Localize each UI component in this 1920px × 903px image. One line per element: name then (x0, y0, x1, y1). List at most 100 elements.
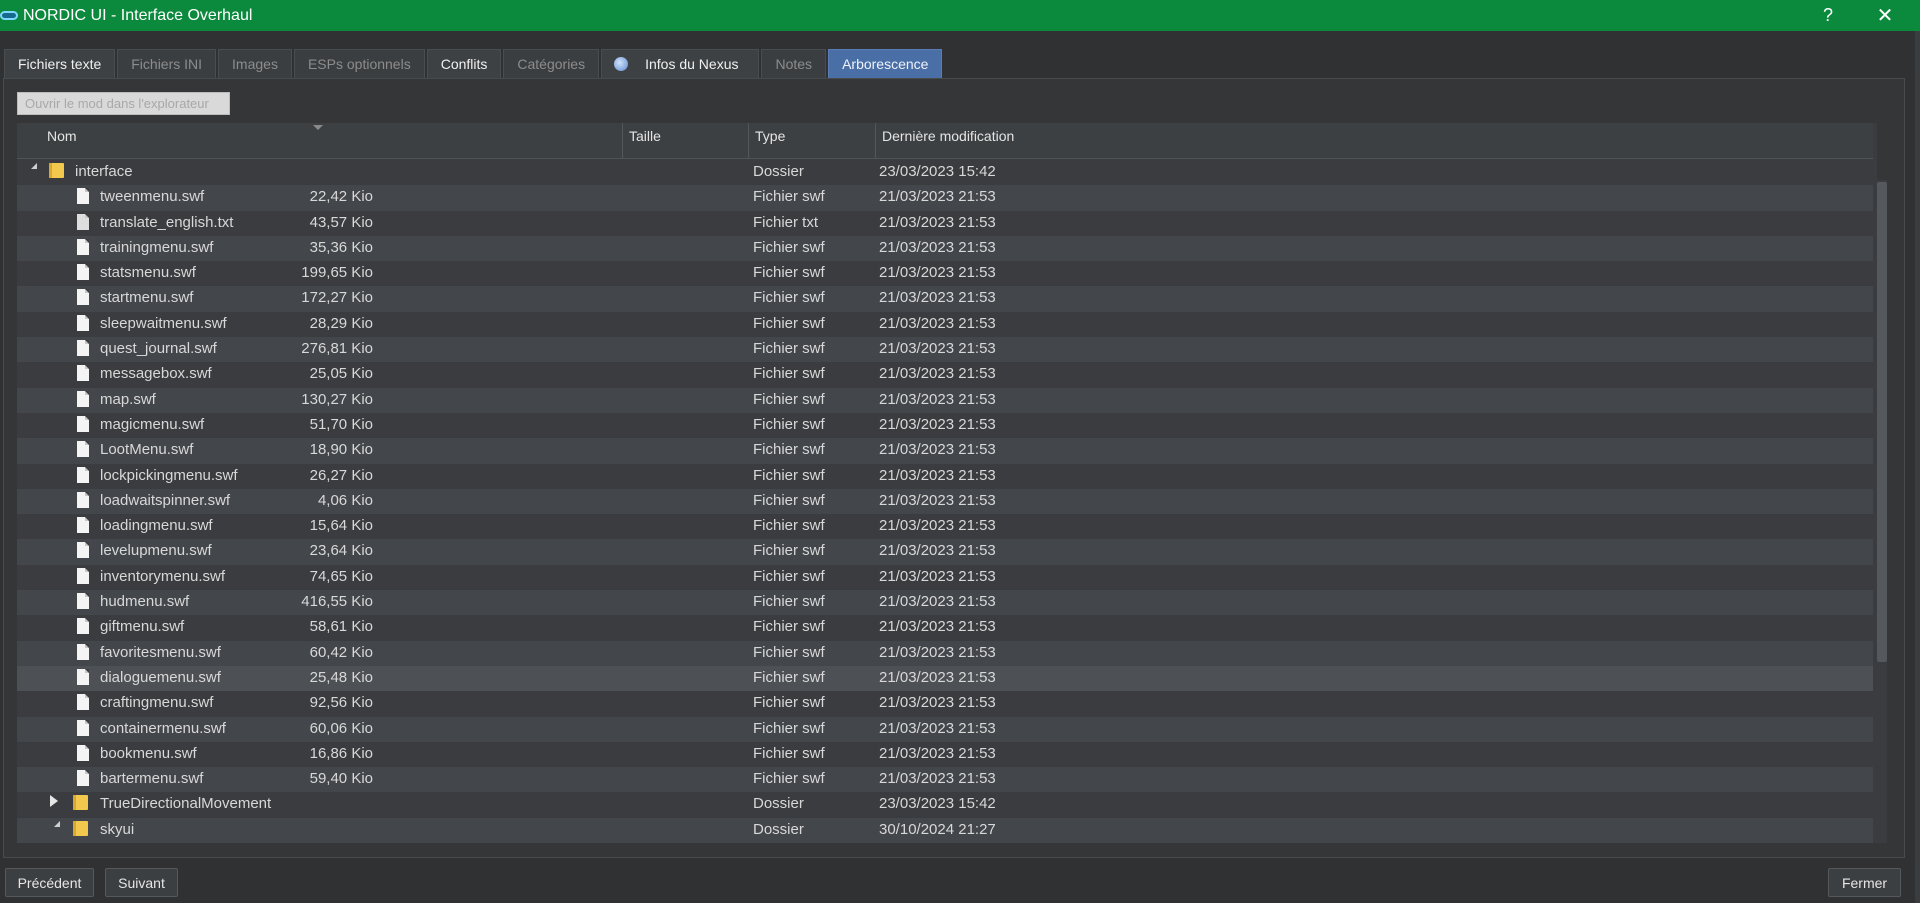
tree-row[interactable]: bookmenu.swf 16,86 Kio Fichier swf 21/03/20… (17, 742, 1873, 767)
next-button[interactable]: Suivant (105, 868, 178, 897)
item-size: 59,40 Kio (309, 770, 373, 788)
tab-conflicts[interactable]: Conflits (426, 49, 502, 78)
item-type: Fichier swf (753, 719, 825, 737)
file-icon (77, 694, 89, 711)
tree-row[interactable]: favoritesmenu.swf 60,42 Kio Fichier swf 21/… (17, 640, 1873, 666)
tree-row[interactable]: interface Dossier 23/03/2023 15:42 (17, 160, 1873, 185)
item-type: Fichier swf (753, 517, 825, 535)
item-size: 60,42 Kio (309, 643, 373, 661)
tree-row[interactable]: translate_english.txt 43,57 Kio Fichier tx… (17, 211, 1873, 236)
tree-row[interactable]: bartermenu.swf 59,40 Kio Fichier swf 21/03/… (17, 767, 1873, 793)
tab-ini-files[interactable]: Fichiers INI (117, 49, 217, 78)
tree-row[interactable]: statsmenu.swf 199,65 Kio Fichier swf 21/03/… (17, 261, 1873, 286)
tree-row[interactable]: giftmenu.swf 58,61 Kio Fichier swf 21/03/20… (17, 615, 1873, 640)
item-type: Fichier swf (753, 542, 825, 560)
item-name: containermenu.swf (100, 719, 226, 737)
item-size: 16,86 Kio (309, 744, 373, 762)
item-type: Fichier swf (753, 694, 825, 712)
tab-bar: Fichiers texte Fichiers INI Images ESPs … (4, 49, 944, 79)
item-name: quest_journal.swf (100, 340, 217, 358)
file-icon (77, 314, 89, 331)
tree-row[interactable]: quest_journal.swf 276,81 Kio Fichier swf 21… (17, 337, 1873, 363)
tab-images[interactable]: Images (218, 49, 292, 78)
collapse-arrow-icon[interactable] (48, 820, 60, 827)
tree-row[interactable]: containermenu.swf 60,06 Kio Fichier swf 21/… (17, 716, 1873, 742)
item-size: 28,29 Kio (309, 314, 373, 332)
tab-text-files[interactable]: Fichiers texte (4, 49, 116, 78)
item-date: 21/03/2023 21:53 (879, 517, 996, 535)
window-close-button[interactable]: ✕ (1862, 0, 1908, 31)
open-in-explorer-button[interactable]: Ouvrir le mod dans l'explorateur (17, 92, 230, 115)
tree-row[interactable]: craftingmenu.swf 92,56 Kio Fichier swf 21/0… (17, 691, 1873, 716)
tab-categories[interactable]: Catégories (503, 49, 600, 78)
tree-row[interactable]: LootMenu.swf 18,90 Kio Fichier swf 21/03/20… (17, 438, 1873, 464)
tab-label: Images (232, 56, 278, 72)
item-date: 21/03/2023 21:53 (879, 770, 996, 788)
item-name: levelupmenu.swf (100, 542, 212, 560)
item-name: trainingmenu.swf (100, 238, 214, 256)
tab-label: Arborescence (842, 56, 929, 72)
collapse-arrow-icon[interactable] (25, 163, 37, 169)
tab-label: Notes (775, 56, 813, 72)
item-date: 23/03/2023 15:42 (879, 163, 996, 180)
item-date: 21/03/2023 21:53 (879, 593, 996, 611)
file-icon (77, 188, 89, 205)
tree-row[interactable]: trainingmenu.swf 35,36 Kio Fichier swf 21/0… (17, 235, 1873, 262)
tab-filetree[interactable]: Arborescence (828, 49, 943, 78)
item-size: 23,64 Kio (309, 542, 373, 560)
tree-row[interactable]: startmenu.swf 172,27 Kio Fichier swf 21/03/… (17, 286, 1873, 312)
close-button[interactable]: Fermer (1828, 868, 1901, 897)
scrollbar-thumb[interactable] (1877, 182, 1887, 662)
column-header-name[interactable]: Nom (17, 123, 623, 158)
column-header-modified[interactable]: Dernière modification (876, 123, 1873, 158)
tree-row[interactable]: loadingmenu.swf 15,64 Kio Fichier swf 21/03… (17, 514, 1873, 539)
tree-row[interactable]: skyui Dossier 30/10/2024 21:27 (17, 817, 1873, 843)
tree-row[interactable]: TrueDirectionalMovement Dossier 23/03/20… (17, 792, 1873, 817)
file-icon (77, 491, 89, 508)
file-icon (77, 542, 89, 559)
item-size: 15,64 Kio (309, 517, 373, 535)
tree-row[interactable]: dialoguemenu.swf 25,48 Kio Fichier swf 21/0… (17, 665, 1873, 692)
tree-row[interactable]: loadwaitspinner.swf 4,06 Kio Fichier swf 21… (17, 488, 1873, 515)
tree-row[interactable]: messagebox.swf 25,05 Kio Fichier swf 21/03/… (17, 362, 1873, 387)
item-name: bartermenu.swf (100, 770, 204, 788)
tree-row[interactable]: magicmenu.swf 51,70 Kio Fichier swf 21/03/2… (17, 413, 1873, 438)
help-button[interactable]: ? (1805, 0, 1851, 31)
item-size: 25,48 Kio (309, 668, 373, 686)
item-name: skyui (100, 820, 135, 838)
tree-row[interactable]: tweenmenu.swf 22,42 Kio Fichier swf 21/03/2… (17, 185, 1873, 211)
file-icon (77, 618, 89, 635)
column-label: Dernière modification (882, 128, 1015, 144)
item-size: 35,36 Kio (309, 238, 373, 256)
item-date: 21/03/2023 21:53 (879, 188, 996, 206)
tree-row[interactable]: levelupmenu.swf 23,64 Kio Fichier swf 21/03… (17, 539, 1873, 565)
tree-row[interactable]: sleepwaitmenu.swf 28,29 Kio Fichier swf 21/… (17, 312, 1873, 337)
tree-row[interactable]: lockpickingmenu.swf 26,27 Kio Fichier swf 2… (17, 464, 1873, 489)
column-header-size[interactable]: Taille (623, 123, 749, 158)
item-date: 21/03/2023 21:53 (879, 390, 996, 408)
item-date: 21/03/2023 21:53 (879, 213, 996, 231)
tab-label: Infos du Nexus (645, 56, 739, 72)
item-size: 276,81 Kio (301, 340, 373, 358)
item-date: 21/03/2023 21:53 (879, 264, 996, 282)
tree-row[interactable]: hudmenu.swf 416,55 Kio Fichier swf 21/03/20… (17, 590, 1873, 616)
tree-row[interactable]: inventorymenu.swf 74,65 Kio Fichier swf 21/… (17, 565, 1873, 590)
sort-indicator-icon (313, 125, 323, 130)
tab-optional-esps[interactable]: ESPs optionnels (293, 49, 425, 78)
tab-nexus-info[interactable]: Infos du Nexus (601, 49, 760, 78)
column-header-type[interactable]: Type (749, 123, 876, 158)
tab-notes[interactable]: Notes (761, 49, 827, 78)
file-icon (77, 415, 89, 432)
expand-arrow-icon[interactable] (50, 795, 58, 808)
tree-row[interactable]: map.swf 130,27 Kio Fichier swf 21/03/2023 2… (17, 387, 1873, 413)
file-icon (77, 593, 89, 610)
item-size: 25,05 Kio (309, 365, 373, 383)
previous-button[interactable]: Précédent (5, 868, 94, 897)
file-icon (77, 719, 89, 736)
item-date: 21/03/2023 21:53 (879, 289, 996, 307)
window-title: NORDIC UI - Interface Overhaul (23, 6, 253, 24)
item-type: Dossier (753, 163, 804, 180)
file-tree[interactable]: Nom Taille Type Dernière modification in… (17, 123, 1877, 843)
item-name: lockpickingmenu.swf (100, 466, 238, 484)
item-type: Fichier swf (753, 415, 825, 433)
